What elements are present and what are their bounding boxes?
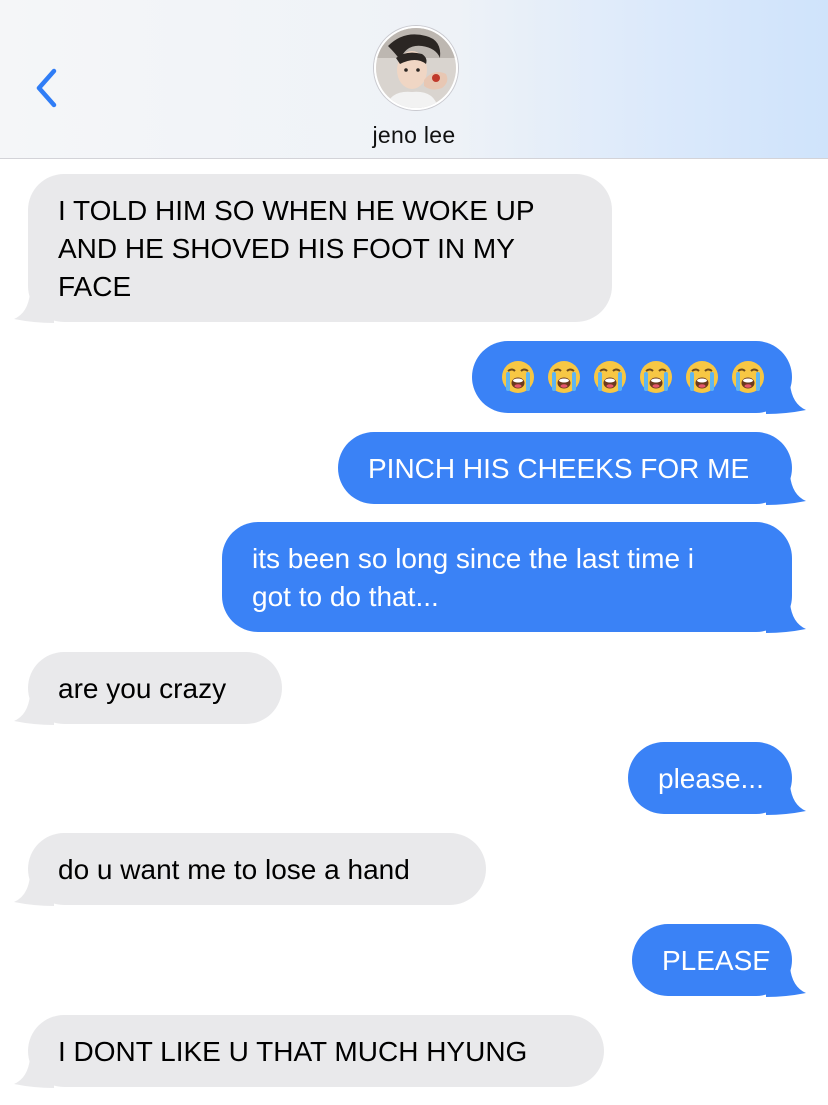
message-line: FACE	[58, 271, 132, 302]
loudly-crying-face-icon	[730, 359, 766, 395]
loudly-crying-face-icon	[500, 359, 536, 395]
bubble-tail	[14, 293, 54, 323]
bubble-tail	[14, 1058, 54, 1088]
message-line: got to do that...	[252, 581, 439, 612]
message-bubble-sent[interactable]: PINCH HIS CHEEKS FOR ME	[338, 432, 806, 505]
emoji-row	[500, 357, 768, 395]
message-text: PLEASE	[662, 945, 771, 976]
loudly-crying-face-icon	[684, 359, 720, 395]
message-text: do u want me to lose a hand	[58, 854, 410, 885]
message-text: are you crazy	[58, 673, 227, 704]
bubble-tail	[766, 475, 806, 505]
message-bubble-received[interactable]: I DONT LIKE U THAT MUCH HYUNG	[14, 1015, 604, 1088]
loudly-crying-face-icon	[592, 359, 628, 395]
message-bubble-received[interactable]: do u want me to lose a hand	[14, 833, 486, 906]
bubble-tail	[14, 695, 54, 725]
message-bubble-sent[interactable]	[472, 341, 806, 414]
message-line: I TOLD HIM SO WHEN HE WOKE UP	[58, 195, 535, 226]
chevron-left-icon	[36, 68, 57, 108]
contact-name[interactable]: jeno lee	[0, 122, 828, 149]
back-button[interactable]	[28, 64, 68, 112]
message-text: I DONT LIKE U THAT MUCH HYUNG	[58, 1036, 528, 1067]
conversation-header: jeno lee	[0, 0, 828, 159]
message-text: PINCH HIS CHEEKS FOR ME	[368, 453, 750, 484]
bubble-tail	[766, 384, 806, 414]
bubble-tail	[14, 876, 54, 906]
message-bubble-sent[interactable]: its been so long since the last time i g…	[222, 522, 806, 633]
bubble-tail	[766, 603, 806, 633]
message-bubble-received[interactable]: are you crazy	[14, 652, 282, 725]
message-line: AND HE SHOVED HIS FOOT IN MY	[58, 233, 515, 264]
loudly-crying-face-icon	[546, 359, 582, 395]
message-line: its been so long since the last time i	[252, 543, 695, 574]
bubble-tail	[766, 785, 806, 815]
message-bubble-received[interactable]: I TOLD HIM SO WHEN HE WOKE UP AND HE SHO…	[14, 174, 612, 323]
message-bubble-sent[interactable]: please...	[628, 742, 806, 815]
contact-avatar[interactable]	[374, 26, 458, 110]
message-bubble-sent[interactable]: PLEASE	[632, 924, 806, 997]
loudly-crying-face-icon	[638, 359, 674, 395]
bubble-tail	[766, 967, 806, 997]
message-text: please...	[658, 763, 764, 794]
avatar-photo	[376, 28, 456, 108]
